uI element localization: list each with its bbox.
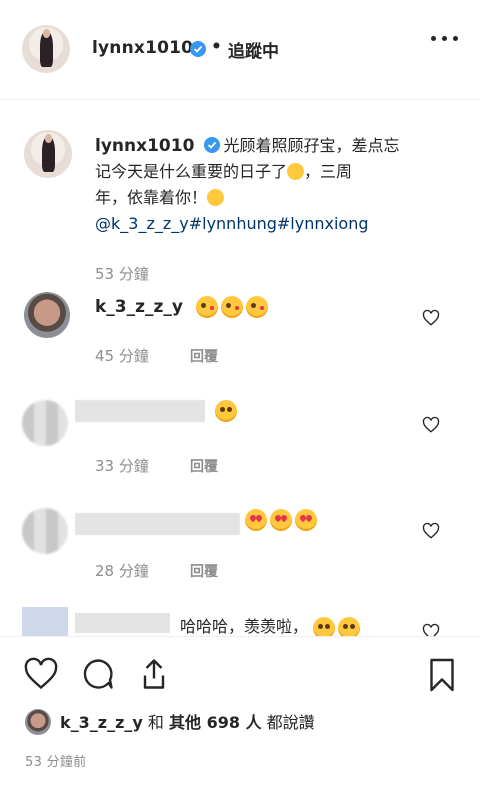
caption-time: 53 分鐘 (95, 265, 149, 283)
bookmark-icon[interactable] (424, 656, 460, 694)
laughing-emoji-icon (287, 163, 305, 180)
likes-suffix: 都說讚 (266, 713, 315, 732)
share-icon[interactable] (136, 656, 172, 692)
post-timestamp: 53 分鐘前 (25, 755, 87, 770)
comment-body: k_3_z_z_y (95, 296, 271, 318)
follow-status-button[interactable]: 追蹤中 (228, 37, 279, 62)
heart-eyes-emoji-icon (245, 509, 267, 531)
liker-username[interactable]: k_3_z_z_y (60, 713, 143, 732)
reply-button[interactable]: 回覆 (190, 456, 218, 476)
caption-avatar[interactable] (24, 130, 72, 178)
comment-like-heart-icon[interactable] (422, 522, 440, 540)
caption-tags[interactable]: @k_3_z_z_y#lynnhung#lynnxiong (95, 214, 369, 233)
commenter-avatar[interactable] (24, 292, 70, 338)
comment-time: 45 分鐘 (95, 347, 149, 365)
smiling-emoji-icon (215, 400, 237, 422)
caption-line1: 光顾着照顾孖宝，差点忘 (223, 136, 400, 155)
comment-like-heart-icon[interactable] (422, 623, 440, 636)
commenter-username[interactable]: k_3_z_z_y (95, 297, 183, 317)
likes-and: 和 (147, 713, 164, 732)
heart-eyes-emoji-icon (295, 509, 317, 531)
partial-comment: 哈哈哈，羡羡啦， (0, 605, 480, 636)
likes-count[interactable]: 其他 698 人 (169, 713, 262, 732)
blurred-username[interactable] (75, 513, 240, 535)
comment-text: 哈哈哈，羡羡啦， (180, 613, 363, 636)
comment-time: 33 分鐘 (95, 457, 149, 475)
caption-line3: 年，依靠着你！ (95, 188, 208, 207)
comment-body (245, 509, 320, 531)
blurred-avatar[interactable] (22, 508, 68, 554)
likes-summary[interactable]: k_3_z_z_y 和 其他 698 人 都說讚 (60, 709, 315, 733)
caption-line2-after: ，三周 (304, 162, 353, 181)
smiling-emoji-icon (207, 189, 225, 206)
comment-icon[interactable] (80, 656, 116, 692)
heart-eyes-emoji-icon (270, 509, 292, 531)
laughing-emoji-icon (338, 616, 361, 636)
blurred-username[interactable] (75, 613, 170, 633)
blurred-avatar[interactable] (22, 400, 68, 446)
header-separator: • (211, 37, 222, 57)
post-header: lynnx1010 • 追蹤中 (0, 0, 480, 100)
more-options-icon[interactable] (431, 36, 458, 41)
verified-badge-icon (203, 137, 220, 153)
comment-time: 28 分鐘 (95, 562, 149, 580)
blurred-username[interactable] (75, 400, 205, 422)
reply-button[interactable]: 回覆 (190, 346, 218, 366)
owner-avatar[interactable] (22, 25, 70, 73)
caption-username[interactable]: lynnx1010 (95, 136, 194, 156)
section-divider (0, 636, 480, 637)
comment-body (215, 400, 240, 422)
verified-badge-icon (190, 41, 206, 57)
laughing-emoji-icon (313, 616, 336, 636)
caption-line2: 记今天是什么重要的日子了 (95, 162, 288, 181)
liker-avatar[interactable] (25, 709, 51, 735)
comment-like-heart-icon[interactable] (422, 416, 440, 434)
kissing-emoji-icon (221, 296, 244, 318)
caption-text: lynnx1010 光顾着照顾孖宝，差点忘 记今天是什么重要的日子了 ，三周 年，… (95, 133, 455, 237)
owner-username[interactable]: lynnx1010 (92, 38, 193, 58)
blurred-avatar[interactable] (22, 607, 68, 636)
kissing-emoji-icon (196, 296, 219, 318)
heart-icon[interactable] (22, 656, 60, 692)
kissing-emoji-icon (246, 296, 269, 318)
reply-button[interactable]: 回覆 (190, 561, 218, 581)
comment-like-heart-icon[interactable] (422, 309, 440, 327)
